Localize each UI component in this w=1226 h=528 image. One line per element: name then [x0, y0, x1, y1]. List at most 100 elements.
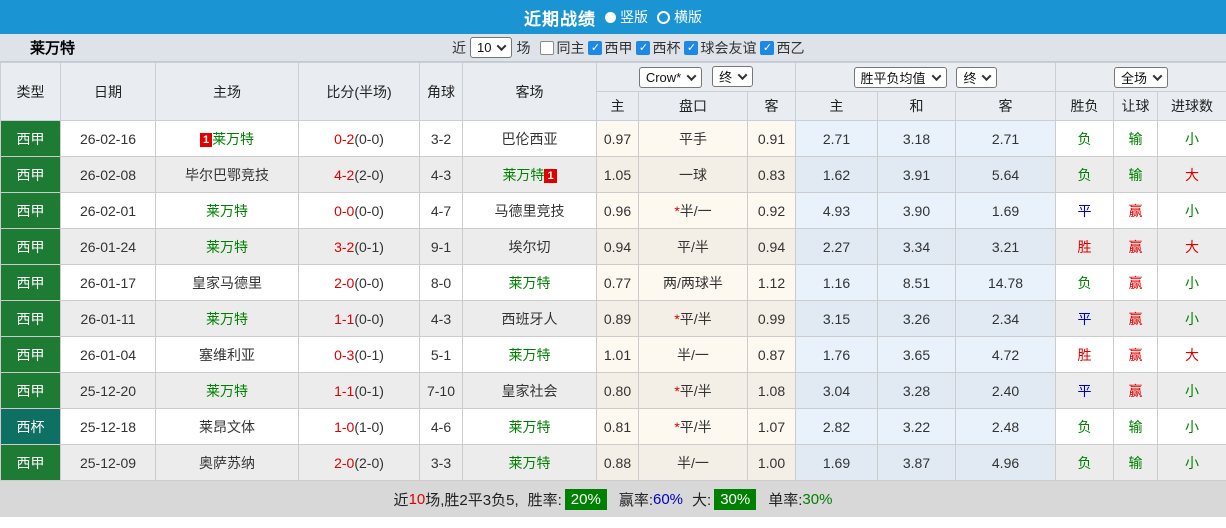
goals-cell: 大 — [1157, 156, 1226, 193]
team-name: 巴伦西亚 — [501, 130, 558, 147]
handicap-line-cell: 平/半 — [638, 228, 748, 265]
match-count-select[interactable]: 10 — [470, 37, 513, 58]
league-type-cell: 西甲 — [0, 444, 61, 481]
avg-odds-home-cell: 3.15 — [795, 300, 878, 337]
team-name: 塞维利亚 — [199, 346, 255, 363]
score-cell: 0-2(0-0) — [298, 120, 420, 157]
league-filter-segunda[interactable]: ✓ 西乙 — [760, 38, 804, 58]
match-row: 西甲 26-02-16 1 莱万特 0-2(0-0) 3-2 巴伦西亚 0.97 平手 0.91 2… — [0, 120, 1226, 157]
subcol-handicap-away: 客 — [747, 91, 796, 121]
avg-odds-away-cell: 1.69 — [954, 192, 1057, 229]
handicap-time-select-value: 终 — [719, 70, 733, 85]
handicap-odds-home-cell: 0.97 — [596, 120, 639, 157]
avg-odds-away-cell: 14.78 — [954, 264, 1057, 301]
match-row: 西甲 25-12-09 奥萨苏纳 2-0(2-0) 3-3 莱万特 0.88 半/一 1.00 1… — [0, 444, 1226, 481]
big-label: 大: — [692, 491, 712, 509]
home-team-cell: 莱万特 — [155, 192, 299, 229]
layout-option-vertical[interactable]: 竖版 — [605, 7, 648, 27]
bookmaker-select[interactable]: Crow* — [638, 67, 703, 88]
home-team-cell: 皇家马德里 — [155, 264, 299, 301]
checkbox-checked-icon[interactable]: ✓ — [684, 40, 699, 55]
checkbox-unchecked-icon[interactable] — [540, 40, 555, 55]
result-cell: 胜 — [1055, 336, 1115, 373]
team-name: 奥萨苏纳 — [199, 454, 255, 471]
team-name-label: 莱万特 — [30, 40, 76, 57]
result-cell: 平 — [1055, 192, 1115, 229]
summary-prefix: 近 — [393, 491, 409, 509]
handicap-group-header: Crow* 终 — [596, 62, 796, 92]
avg-odds-draw-cell: 3.26 — [877, 300, 956, 337]
handicap-odds-away-cell: 0.91 — [747, 120, 796, 157]
league-type-cell: 西甲 — [0, 300, 61, 337]
handicap-odds-away-cell: 1.08 — [747, 372, 796, 409]
handicap-result-cell: 输 — [1113, 444, 1159, 481]
odds-time-select-value: 终 — [963, 70, 977, 86]
home-team-cell: 莱昂文体 — [155, 408, 299, 445]
away-team-cell: 莱万特 — [462, 408, 597, 445]
handicap-odds-home-cell: 0.81 — [596, 408, 639, 445]
result-cell: 平 — [1055, 372, 1115, 409]
corner-cell: 7-10 — [419, 372, 463, 409]
radio-checked-icon[interactable] — [605, 11, 616, 23]
result-cell: 负 — [1055, 156, 1115, 193]
home-team-cell: 毕尔巴鄂竞技 — [155, 156, 299, 193]
corner-cell: 9-1 — [419, 228, 463, 265]
match-row: 西甲 26-01-24 莱万特 3-2(0-1) 9-1 埃尔切 0.94 平/半 0.94 2.… — [0, 228, 1226, 265]
goals-cell: 大 — [1157, 228, 1226, 265]
date-cell: 26-01-04 — [60, 336, 156, 373]
handicap-odds-away-cell: 0.99 — [747, 300, 796, 337]
checkbox-checked-icon[interactable]: ✓ — [760, 40, 775, 55]
handicap-result-cell: 输 — [1113, 408, 1159, 445]
odds-time-select[interactable]: 终 — [956, 66, 998, 88]
date-cell: 26-01-24 — [60, 228, 156, 265]
table-header: 类型 日期 主场 比分(半场) 角球 客场 Crow* 终 胜平负均值 终 全场… — [0, 62, 1226, 121]
col-home: 主场 — [155, 62, 299, 121]
handicap-line-cell: 平手 — [638, 120, 748, 157]
league-filter-copa[interactable]: ✓ 西杯 — [636, 38, 680, 58]
layout-option-horizontal[interactable]: 横版 — [657, 7, 702, 27]
checkbox-checked-icon[interactable]: ✓ — [588, 40, 603, 55]
handicap-time-select[interactable]: 终 — [712, 66, 754, 87]
odds-avg-select[interactable]: 胜平负均值 — [853, 66, 947, 88]
corner-cell: 4-7 — [419, 192, 463, 229]
handicap-result-cell: 输 — [1113, 120, 1159, 157]
date-cell: 26-01-17 — [60, 264, 156, 301]
score-cell: 4-2(2-0) — [298, 156, 420, 193]
avg-odds-home-cell: 1.69 — [795, 444, 878, 481]
single-rate-value: 30% — [802, 490, 833, 508]
league-filter-friendly[interactable]: ✓ 球会友谊 — [684, 38, 756, 58]
date-cell: 26-02-01 — [60, 192, 156, 229]
away-team-cell: 莱万特 1 — [462, 156, 597, 193]
match-row: 西甲 26-02-08 毕尔巴鄂竞技 4-2(2-0) 4-3 莱万特 1 1.05 一球 0.8… — [0, 156, 1226, 193]
col-date: 日期 — [60, 62, 156, 121]
avg-odds-draw-cell: 3.22 — [877, 408, 956, 445]
avg-odds-away-cell: 2.48 — [954, 408, 1057, 445]
subcol-handicap-home: 主 — [596, 91, 639, 121]
handicap-line-cell: *平/半 — [638, 408, 748, 445]
corner-cell: 4-6 — [419, 408, 463, 445]
handicap-line-cell: 半/一 — [638, 444, 748, 481]
date-cell: 26-02-08 — [60, 156, 156, 193]
checkbox-checked-icon[interactable]: ✓ — [636, 40, 651, 55]
handicap-odds-away-cell: 1.07 — [747, 408, 796, 445]
avg-odds-home-cell: 1.62 — [795, 156, 878, 193]
league-type-cell: 西甲 — [0, 120, 61, 157]
date-cell: 25-12-20 — [60, 372, 156, 409]
col-corner: 角球 — [419, 62, 463, 121]
radio-unchecked-icon[interactable] — [657, 10, 670, 24]
subcol-odds-away: 客 — [954, 91, 1057, 121]
scope-select[interactable]: 全场 — [1114, 66, 1169, 88]
title-bar: 近期战绩 竖版 横版 — [0, 0, 1226, 34]
handicap-result-cell: 赢 — [1113, 336, 1159, 373]
away-team-cell: 西班牙人 — [462, 300, 597, 337]
handicap-odds-away-cell: 0.87 — [747, 336, 796, 373]
home-team-cell: 莱万特 — [155, 300, 299, 337]
league-filter-laliga[interactable]: ✓ 西甲 — [588, 38, 632, 58]
same-home-filter[interactable]: 同主 — [540, 38, 584, 58]
away-team-cell: 马德里竞技 — [462, 192, 597, 229]
avg-odds-draw-cell: 8.51 — [877, 264, 956, 301]
odds-avg-group-header: 胜平负均值 终 — [794, 62, 1057, 92]
handicap-odds-home-cell: 1.01 — [596, 336, 639, 373]
single-rate-label: 单率: — [768, 491, 803, 509]
team-name: 马德里竞技 — [494, 202, 565, 219]
